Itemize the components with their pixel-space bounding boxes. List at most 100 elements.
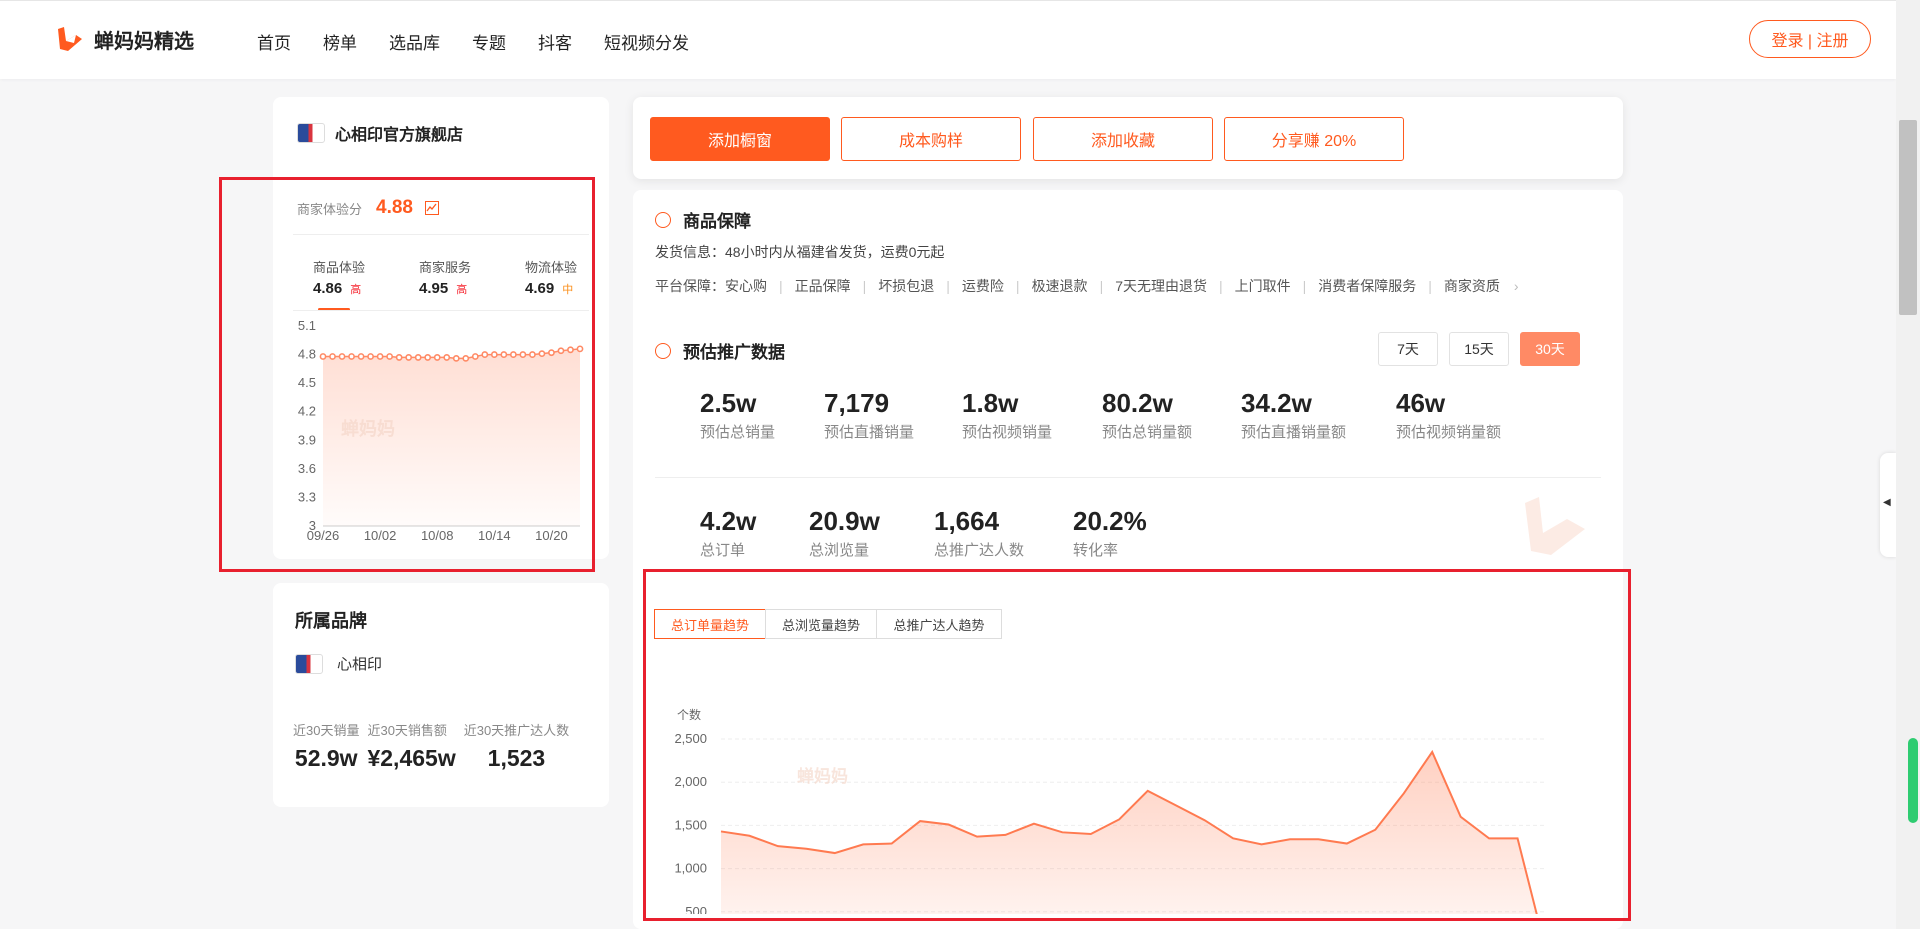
store-header[interactable]: 心相印官方旗舰店 [297, 121, 463, 145]
metric-conversion: 20.2% 转化率 [1073, 506, 1147, 560]
guarantee-item[interactable]: 安心购 [725, 276, 767, 296]
metric-total-creators: 1,664 总推广达人数 [934, 506, 1024, 560]
nav-douke[interactable]: 抖客 [538, 29, 572, 54]
guarantee-item[interactable]: 正品保障 [795, 276, 851, 296]
data-point [462, 354, 470, 362]
brand-link[interactable]: 心相印 [295, 653, 382, 674]
nav-topics[interactable]: 专题 [472, 29, 506, 54]
guarantee-item[interactable]: 商家资质 [1444, 276, 1500, 296]
y-tick-label: 2,500 [674, 731, 707, 746]
scrollbar-thumb[interactable] [1899, 120, 1917, 315]
range-15-days[interactable]: 15天 [1449, 332, 1509, 366]
sub-scores: 商品体验 4.86 高 商家服务 4.95 高 物流体验 4.69 中 [313, 257, 631, 297]
store-logo [297, 123, 325, 143]
sub-score-label: 商品体验 [313, 260, 366, 275]
y-tick-label: 3.9 [298, 432, 316, 447]
add-favorite-button[interactable]: 添加收藏 [1033, 117, 1213, 161]
trend-icon[interactable] [425, 201, 439, 215]
nav-home[interactable]: 首页 [257, 29, 291, 54]
tab-creator-trend[interactable]: 总推广达人趋势 [876, 609, 1002, 639]
sub-score-value: 4.86 [313, 280, 343, 297]
sub-score-value: 4.95 [419, 280, 449, 297]
platform-guarantees: 平台保障： 安心购 | 正品保障 | 坏损包退 | 运费险 | 极速退款 | 7天无理由退… [655, 276, 1519, 296]
metric-value: 1.8w [962, 388, 1019, 418]
y-axis-label: 个数 [677, 707, 701, 722]
y-tick-label: 1,000 [674, 861, 707, 876]
metric-value: 46w [1396, 388, 1446, 418]
stat-value: 52.9w [294, 745, 358, 771]
x-tick-label: 09/26 [307, 528, 340, 543]
guarantee-item[interactable]: 极速退款 [1032, 276, 1088, 296]
data-point [481, 351, 489, 358]
x-tick-label: 10/20 [535, 528, 568, 543]
tab-view-trend[interactable]: 总浏览量趋势 [765, 609, 877, 639]
guarantee-item[interactable]: 上门取件 [1235, 276, 1291, 296]
range-7-days[interactable]: 7天 [1378, 332, 1438, 366]
data-point [538, 350, 546, 358]
metric-total-sales: 2.5w 预估总销量 [700, 388, 775, 442]
y-tick-label: 1,500 [674, 817, 707, 832]
store-card: 心相印官方旗舰店 商家体验分 4.88 商品体验 4.86 高 商家服务 4.95… [273, 97, 609, 559]
brand-logo [295, 653, 323, 674]
action-bar: 添加橱窗 成本购样 添加收藏 分享赚 20% [633, 97, 1623, 179]
nav-rankings[interactable]: 榜单 [323, 29, 357, 54]
data-point [367, 353, 374, 360]
data-point [319, 353, 327, 360]
metric-total-views: 20.9w 总浏览量 [809, 506, 880, 560]
guarantee-item[interactable]: 消费者保障服务 [1318, 276, 1416, 296]
scrollbar[interactable] [1896, 0, 1920, 929]
y-tick-label: 3.6 [298, 461, 316, 476]
sub-score-service[interactable]: 商家服务 4.95 高 [419, 257, 525, 297]
tab-order-trend[interactable]: 总订单量趋势 [654, 609, 766, 639]
add-to-showcase-button[interactable]: 添加橱窗 [650, 117, 830, 161]
side-collapse-tab[interactable]: ◀ [1880, 453, 1896, 557]
share-earn-button[interactable]: 分享赚 20% [1224, 117, 1404, 161]
guarantee-item[interactable]: 坏损包退 [878, 276, 934, 296]
range-30-days[interactable]: 30天 [1520, 332, 1580, 366]
data-point [424, 354, 432, 361]
login-register-button[interactable]: 登录 | 注册 [1749, 20, 1871, 58]
metric-live-sales: 7,179 预估直播销量 [824, 388, 914, 442]
data-point [509, 351, 517, 358]
data-point [433, 354, 441, 361]
metric-label: 总订单 [700, 542, 746, 559]
y-tick-label: 5.1 [298, 318, 316, 333]
metric-label: 预估视频销量 [962, 424, 1053, 441]
stat-sales: 近30天销量 52.9w [293, 720, 359, 772]
buy-sample-button[interactable]: 成本购样 [841, 117, 1021, 161]
caret-left-icon: ◀ [1883, 497, 1891, 508]
y-tick-label: 4.2 [298, 404, 316, 419]
brand-name: 心相印 [337, 656, 383, 673]
nav-video-distribution[interactable]: 短视频分发 [604, 29, 689, 54]
metric-label: 预估视频销量额 [1396, 424, 1502, 441]
metric-label: 转化率 [1073, 542, 1119, 559]
data-point [329, 353, 336, 360]
logo[interactable]: 蝉妈妈精选 [54, 23, 194, 55]
metric-label: 预估总销量 [700, 424, 776, 441]
guarantee-title: 商品保障 [655, 207, 751, 232]
metric-label: 预估直播销量 [824, 424, 915, 441]
metric-video-amount: 46w 预估视频销量额 [1396, 388, 1501, 442]
data-point [357, 353, 365, 360]
store-name: 心相印官方旗舰店 [335, 127, 464, 144]
section-title-text: 商品保障 [683, 212, 751, 231]
guarantee-item[interactable]: 运费险 [962, 276, 1004, 296]
top-navbar: 蝉妈妈精选 首页 榜单 选品库 专题 抖客 短视频分发 登录 | 注册 [0, 0, 1896, 79]
nav-product-library[interactable]: 选品库 [389, 29, 440, 54]
metric-total-amount: 80.2w 预估总销量额 [1102, 388, 1192, 442]
chevron-right-icon[interactable]: › [1514, 278, 1519, 294]
sub-score-product[interactable]: 商品体验 4.86 高 [313, 257, 419, 297]
level-tag: 中 [562, 284, 574, 296]
metric-live-amount: 34.2w 预估直播销量额 [1241, 388, 1346, 442]
order-trend-chart: 2,5002,0001,5001,000500009/2509/2709/291… [674, 707, 1546, 914]
data-point [405, 354, 413, 361]
sub-score-logistics[interactable]: 物流体验 4.69 中 [525, 257, 631, 297]
guarantee-item[interactable]: 7天无理由退货 [1115, 276, 1207, 296]
guarantee-label: 平台保障： [655, 278, 725, 294]
metric-label: 预估总销量额 [1102, 424, 1193, 441]
y-tick-label: 3.3 [298, 489, 316, 504]
metric-value: 4.2w [700, 506, 757, 536]
score-value: 4.88 [376, 197, 413, 218]
metric-value: 80.2w [1102, 388, 1173, 418]
level-tag: 高 [350, 284, 362, 296]
